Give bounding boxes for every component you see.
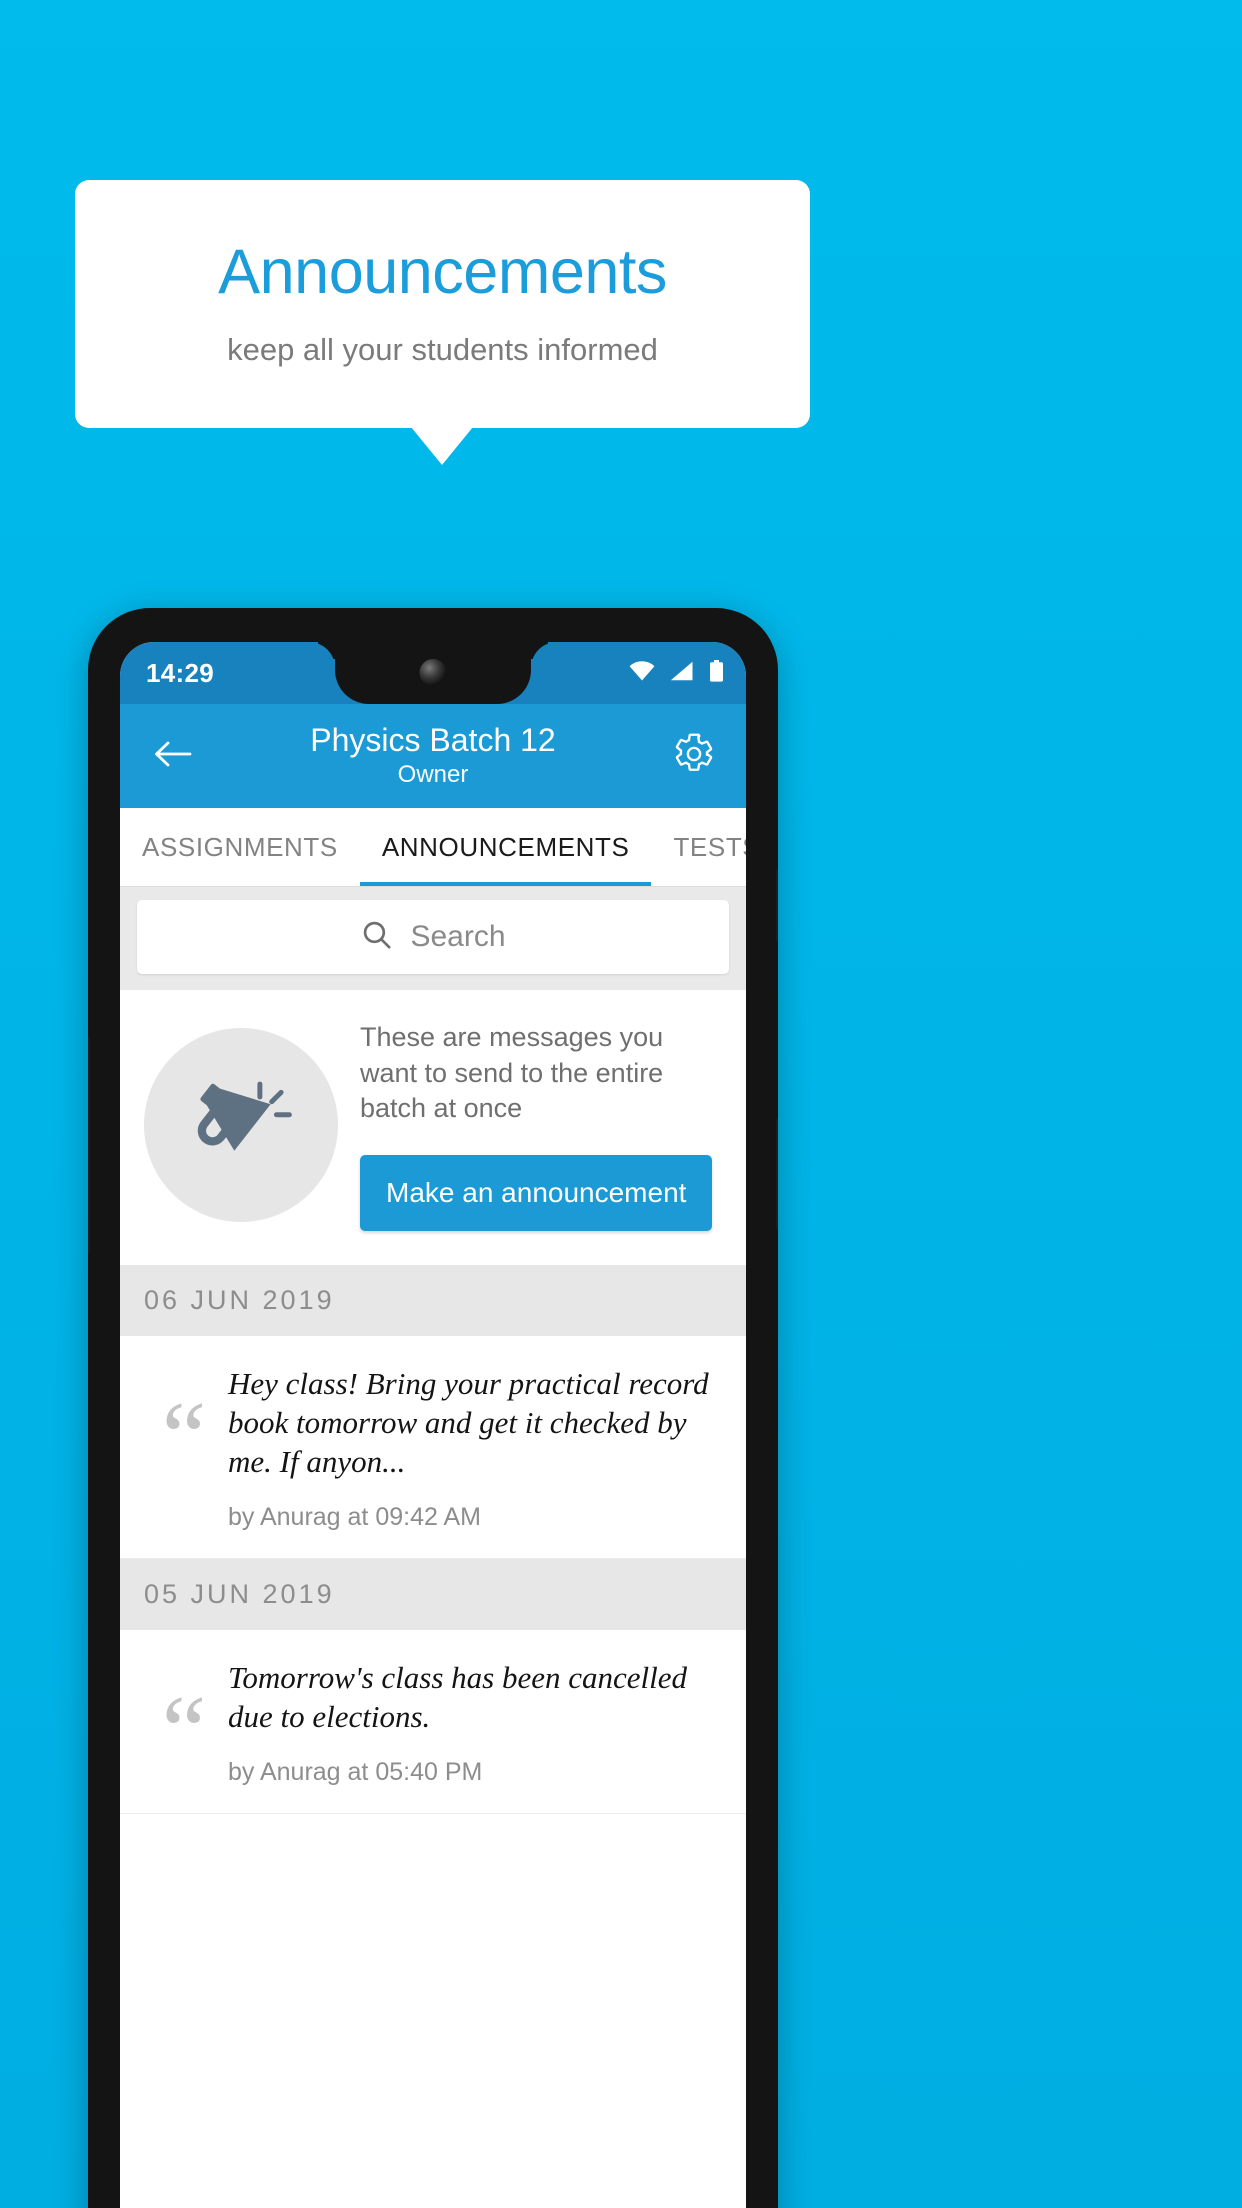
phone-power-button[interactable] — [776, 868, 778, 942]
announcement-text: Hey class! Bring your practical record b… — [228, 1365, 709, 1479]
cell-signal-icon — [670, 661, 694, 686]
tab-assignments[interactable]: ASSIGNMENTS — [120, 808, 360, 886]
front-camera-icon — [419, 659, 447, 686]
search-icon — [360, 918, 394, 957]
phone-notch — [335, 642, 531, 704]
phone-screen: 14:29 Physics Batch 12 Owner ASSIGNMENTS… — [120, 642, 746, 2208]
tab-tests[interactable]: TESTS — [651, 808, 746, 886]
battery-icon — [709, 659, 724, 687]
wifi-icon — [629, 660, 655, 686]
make-announcement-button[interactable]: Make an announcement — [360, 1154, 713, 1231]
promo-content: These are messages you want to send to t… — [360, 1020, 722, 1231]
phone-volume-button[interactable] — [776, 1118, 778, 1230]
tab-bar[interactable]: ASSIGNMENTS ANNOUNCEMENTS TESTS ' — [120, 808, 746, 886]
promo-subtitle: keep all your students informed — [227, 332, 658, 368]
search-bar-container: Search — [120, 886, 746, 990]
announcement-body: Tomorrow's class has been cancelled due … — [228, 1658, 726, 1787]
announcement-body: Hey class! Bring your practical record b… — [228, 1364, 726, 1532]
quote-icon: “ — [161, 1380, 207, 1492]
megaphone-icon — [182, 1064, 300, 1187]
promo-title: Announcements — [218, 237, 667, 308]
announcement-text: Tomorrow's class has been cancelled due … — [228, 1660, 687, 1735]
status-bar-clock: 14:29 — [146, 657, 214, 688]
gear-icon — [673, 733, 715, 780]
announcement-item[interactable]: “ Hey class! Bring your practical record… — [120, 1335, 746, 1560]
callout-tail — [411, 427, 473, 465]
phone-side-button-left[interactable] — [88, 1036, 90, 1254]
promo-callout-card: Announcements keep all your students inf… — [75, 180, 810, 428]
date-header: 05 JUN 2019 — [120, 1559, 746, 1631]
status-bar-icons — [629, 659, 724, 687]
announcement-meta: by Anurag at 05:40 PM — [228, 1758, 483, 1787]
page-title: Physics Batch 12 — [310, 721, 556, 758]
search-placeholder: Search — [410, 920, 506, 953]
quote-icon: “ — [161, 1675, 207, 1787]
tab-announcements[interactable]: ANNOUNCEMENTS — [359, 808, 652, 886]
app-bar-titles: Physics Batch 12 Owner — [198, 721, 668, 790]
phone-mockup: 14:29 Physics Batch 12 Owner ASSIGNMENTS… — [88, 608, 778, 2208]
search-input[interactable]: Search — [137, 900, 729, 974]
announcement-item[interactable]: “ Tomorrow's class has been cancelled du… — [120, 1630, 746, 1815]
megaphone-icon-circle — [144, 1028, 338, 1223]
announcement-promo-block: These are messages you want to send to t… — [120, 990, 746, 1265]
arrow-left-icon — [152, 738, 192, 775]
screenshot-stage: Announcements keep all your students inf… — [0, 0, 1242, 2208]
back-button[interactable] — [146, 738, 198, 775]
app-bar: Physics Batch 12 Owner — [120, 704, 746, 808]
date-header: 06 JUN 2019 — [120, 1264, 746, 1336]
promo-description: These are messages you want to send to t… — [360, 1022, 664, 1124]
announcement-meta: by Anurag at 09:42 AM — [228, 1503, 481, 1532]
page-subtitle: Owner — [397, 760, 469, 788]
settings-button[interactable] — [668, 733, 720, 780]
